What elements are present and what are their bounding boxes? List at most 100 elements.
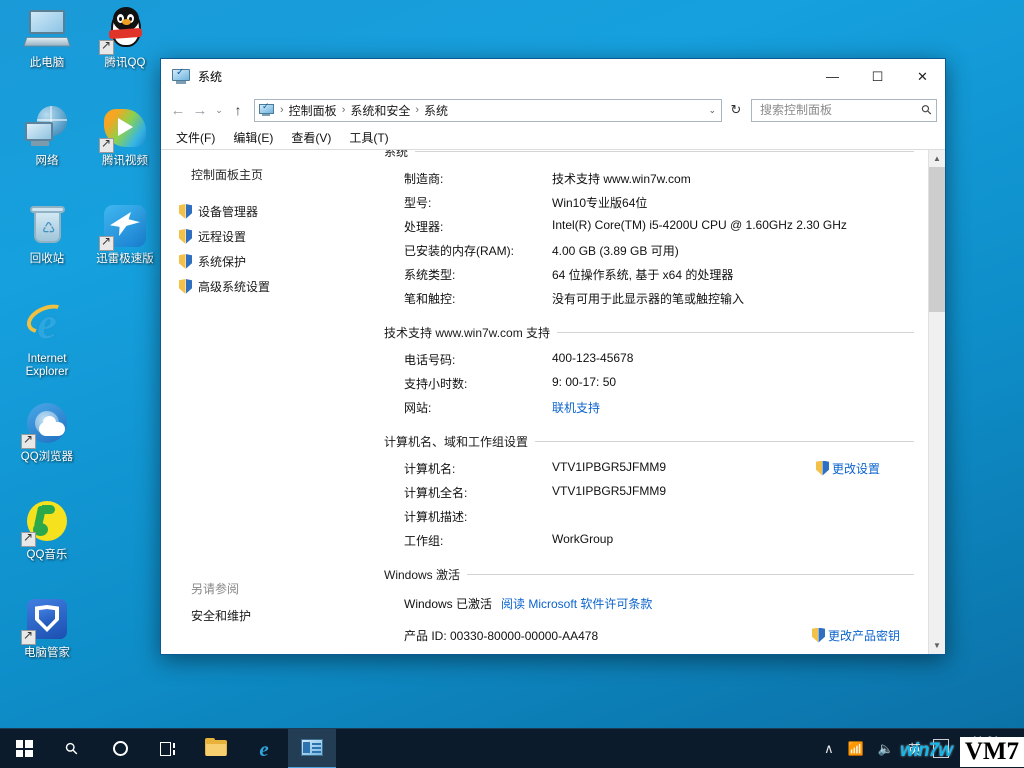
internet-explorer-taskbar-button[interactable]: e xyxy=(240,729,288,768)
desktop-icon-network[interactable]: 网络 xyxy=(8,104,86,168)
sidebar-item-control-panel-home[interactable]: 控制面板主页 xyxy=(179,164,376,199)
section-divider xyxy=(415,151,914,152)
vertical-scrollbar[interactable]: ▲ ▼ xyxy=(928,150,945,654)
breadcrumb-separator: › xyxy=(280,104,284,116)
sidebar-item-device-manager[interactable]: 设备管理器 xyxy=(179,199,376,224)
breadcrumb-item-system[interactable]: 系统 xyxy=(422,102,450,119)
close-button[interactable]: ✕ xyxy=(900,59,945,94)
desktop-icon-tencent-video[interactable]: 腾讯视频 xyxy=(86,104,164,168)
info-row: Windows 已激活 阅读 Microsoft 软件许可条款 xyxy=(380,589,928,616)
desktop-icon-label: 腾讯视频 xyxy=(102,155,148,167)
desktop-icon-label: QQ音乐 xyxy=(26,549,68,561)
cortana-button[interactable] xyxy=(96,729,144,768)
breadcrumb-item-system-and-security[interactable]: 系统和安全 xyxy=(348,102,412,119)
search-input[interactable] xyxy=(760,103,923,117)
window-titlebar[interactable]: 系统 — ☐ ✕ xyxy=(161,59,945,94)
breadcrumb-item-control-panel[interactable]: 控制面板 xyxy=(287,102,339,119)
network-icon[interactable]: 📶 xyxy=(841,741,871,757)
chevron-down-icon[interactable]: ⌄ xyxy=(708,105,721,116)
change-product-key-link[interactable]: 更改产品密钥 xyxy=(811,627,900,644)
sidebar-item-label: 系统保护 xyxy=(198,255,247,269)
search-control-panel-box[interactable]: ⚲ xyxy=(751,98,937,122)
info-value: 64 位操作系统, 基于 x64 的处理器 xyxy=(552,267,734,282)
info-value: 9: 00-17: 50 xyxy=(552,374,617,389)
clock[interactable]: 11:21 2019/1/8 xyxy=(954,735,1020,763)
address-bar[interactable]: › 控制面板 › 系统和安全 › 系统 ⌄ xyxy=(254,98,722,122)
recent-locations-button[interactable]: ⌄ xyxy=(211,98,227,122)
minimize-button[interactable]: — xyxy=(810,59,855,94)
scroll-up-button[interactable]: ▲ xyxy=(929,150,945,167)
refresh-button[interactable]: ↻ xyxy=(726,102,746,118)
sidebar-item-system-protection[interactable]: 系统保护 xyxy=(179,249,376,274)
breadcrumb-separator: › xyxy=(341,104,346,116)
ime-mode-indicator[interactable]: 拼 xyxy=(933,739,949,758)
info-row: 计算机描述: xyxy=(380,504,928,528)
system-window-taskbar-button[interactable] xyxy=(288,728,336,768)
back-button[interactable]: ← xyxy=(167,98,189,122)
scroll-down-button[interactable]: ▼ xyxy=(929,637,945,654)
shield-icon xyxy=(179,254,192,269)
info-value: VTV1IPBGR5JFMM9 xyxy=(552,483,667,498)
info-row: 系统类型: 64 位操作系统, 基于 x64 的处理器 xyxy=(380,262,928,286)
online-support-link[interactable]: 联机支持 xyxy=(552,399,928,416)
file-explorer-button[interactable] xyxy=(192,729,240,768)
section-divider xyxy=(467,574,914,575)
section-computer-name: 计算机名、域和工作组设置 计算机名: VTV1IPBGR5JFMM9 更改设置 … xyxy=(380,433,928,552)
license-terms-link[interactable]: 阅读 Microsoft 软件许可条款 xyxy=(492,595,652,612)
show-hidden-icons-button[interactable]: ∧ xyxy=(817,741,841,757)
info-key: 支持小时数: xyxy=(404,376,468,391)
info-value: 技术支持 www.win7w.com xyxy=(552,171,691,186)
activation-status: Windows 已激活 xyxy=(404,597,493,611)
desktop-icon-tencent-qq[interactable]: 腾讯QQ xyxy=(86,6,164,70)
desktop-icon-internet-explorer[interactable]: e Internet Explorer xyxy=(8,299,86,379)
maximize-button[interactable]: ☐ xyxy=(855,59,900,94)
info-key: 电话号码: xyxy=(404,352,456,367)
section-windows-activation: Windows 激活 Windows 已激活 阅读 Microsoft 软件许可… xyxy=(380,566,928,647)
section-heading-text: 计算机名、域和工作组设置 xyxy=(384,435,529,449)
sidebar: 控制面板主页 设备管理器 远程设置 系统保护 高级系统设置 另请参阅 安全和维护 xyxy=(161,150,376,654)
desktop-icon-thunder[interactable]: 迅雷极速版 xyxy=(86,202,164,266)
sidebar-item-advanced-system-settings[interactable]: 高级系统设置 xyxy=(179,274,376,299)
up-button[interactable]: ↑ xyxy=(227,98,249,122)
change-settings-link[interactable]: 更改设置 xyxy=(815,460,880,477)
shortcut-arrow-icon xyxy=(99,136,114,153)
volume-icon[interactable]: 🔈 xyxy=(871,741,901,757)
task-view-button[interactable] xyxy=(144,729,192,768)
sidebar-item-remote-settings[interactable]: 远程设置 xyxy=(179,224,376,249)
info-row: 工作组: WorkGroup xyxy=(380,528,928,552)
shortcut-arrow-icon xyxy=(99,234,114,251)
desktop-icon-label: 腾讯QQ xyxy=(104,57,146,69)
menu-view[interactable]: 查看(V) xyxy=(282,127,340,148)
scrollbar-track[interactable] xyxy=(929,167,945,637)
info-row: 处理器: Intel(R) Core(TM) i5-4200U CPU @ 1.… xyxy=(380,214,928,238)
desktop-icon-recycle-bin[interactable]: ♺ 回收站 xyxy=(8,202,86,266)
scrollbar-thumb[interactable] xyxy=(929,167,945,312)
change-settings-label: 更改设置 xyxy=(831,461,880,476)
taskbar-search-button[interactable]: ⚲ xyxy=(48,729,96,768)
qq-music-icon xyxy=(21,498,71,547)
shield-icon xyxy=(815,460,829,476)
ime-language-indicator[interactable]: 英 xyxy=(901,739,928,758)
info-key: 计算机描述: xyxy=(404,509,468,524)
desktop-icon-label: Internet Explorer xyxy=(25,353,69,378)
cortana-circle-icon xyxy=(112,741,128,756)
start-button[interactable] xyxy=(0,729,48,768)
forward-button[interactable]: → xyxy=(189,98,211,122)
desktop-icon-qq-browser[interactable]: QQ浏览器 xyxy=(8,400,86,464)
info-key: 计算机全名: xyxy=(404,485,468,500)
sidebar-item-security-and-maintenance[interactable]: 安全和维护 xyxy=(179,607,376,654)
section-heading: Windows 激活 xyxy=(380,566,928,583)
desktop-icon-this-pc[interactable]: 此电脑 xyxy=(8,6,86,70)
menu-file[interactable]: 文件(F) xyxy=(167,127,224,148)
menu-tools[interactable]: 工具(T) xyxy=(340,127,397,148)
desktop-icon-pc-manager[interactable]: 电脑管家 xyxy=(8,596,86,660)
shield-icon xyxy=(811,627,825,643)
info-row: 型号: Win10专业版64位 xyxy=(380,190,928,214)
desktop-icon-qq-music[interactable]: QQ音乐 xyxy=(8,498,86,562)
breadcrumb-separator: › xyxy=(415,104,420,116)
system-monitor-icon xyxy=(172,67,190,84)
info-row: 计算机名: VTV1IPBGR5JFMM9 更改设置 xyxy=(380,456,928,480)
sidebar-item-label: 设备管理器 xyxy=(198,205,259,219)
menu-edit[interactable]: 编辑(E) xyxy=(224,127,282,148)
